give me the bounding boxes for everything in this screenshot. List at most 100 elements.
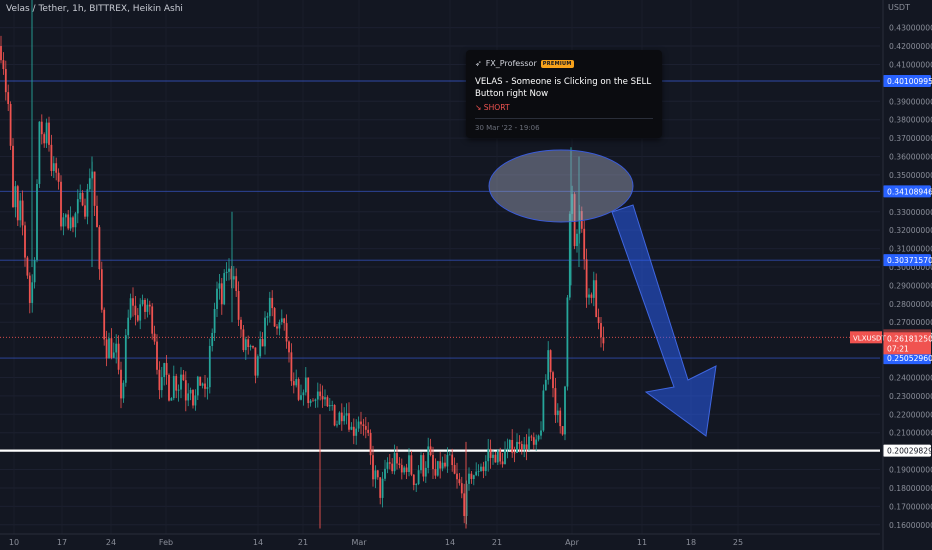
candle bbox=[436, 460, 439, 477]
candle bbox=[86, 183, 89, 225]
candle-body bbox=[535, 439, 538, 445]
candle-body bbox=[146, 304, 149, 312]
candle bbox=[148, 300, 151, 315]
candle-body bbox=[280, 318, 283, 323]
candle bbox=[506, 438, 509, 459]
candle bbox=[105, 330, 108, 367]
candle-body bbox=[55, 163, 58, 173]
candle-body bbox=[540, 430, 542, 436]
candle bbox=[4, 60, 7, 101]
candle bbox=[252, 345, 254, 349]
candle-body bbox=[321, 396, 324, 400]
candle-body bbox=[304, 377, 307, 393]
candle bbox=[146, 298, 149, 318]
x-tick-label: 14 bbox=[445, 538, 455, 547]
current-price-label: 0.26181250 bbox=[887, 334, 932, 343]
annotations bbox=[488, 149, 717, 437]
candle bbox=[43, 132, 46, 148]
candle-body bbox=[196, 376, 199, 396]
symbol-header[interactable]: Velas / Tether, 1h, BITTREX, Heikin Ashi bbox=[6, 4, 183, 14]
candle-body bbox=[436, 461, 439, 476]
candle-body bbox=[223, 273, 226, 305]
candle bbox=[307, 377, 310, 409]
idea-title[interactable]: VELAS - Someone is Clicking on the SELL … bbox=[475, 76, 659, 100]
candle-body bbox=[422, 455, 425, 477]
candle bbox=[384, 459, 386, 482]
candle bbox=[333, 404, 336, 427]
candle bbox=[316, 382, 319, 408]
candle bbox=[249, 344, 252, 351]
candle-body bbox=[240, 319, 242, 330]
candle bbox=[427, 437, 430, 474]
candle bbox=[600, 316, 602, 348]
candle-body bbox=[367, 429, 370, 433]
candle bbox=[422, 452, 425, 482]
candle-body bbox=[319, 391, 322, 397]
candle bbox=[55, 157, 58, 181]
candle-body bbox=[268, 297, 271, 317]
candle-body bbox=[177, 389, 180, 391]
candle bbox=[381, 471, 384, 508]
candle-body bbox=[487, 448, 490, 462]
candle-body bbox=[62, 217, 65, 227]
premium-badge: PREMIUM bbox=[540, 59, 574, 68]
candle bbox=[364, 417, 367, 439]
candle bbox=[340, 403, 343, 431]
candle-body bbox=[352, 426, 355, 436]
candle-body bbox=[264, 317, 266, 347]
candle bbox=[398, 457, 401, 469]
candle-body bbox=[525, 444, 528, 450]
author-name[interactable]: FX_Professor bbox=[486, 59, 537, 68]
idea-popup[interactable]: ➶ FX_Professor PREMIUM VELAS - Someone i… bbox=[466, 50, 662, 138]
candle-body bbox=[307, 377, 310, 404]
candle bbox=[163, 362, 166, 386]
price-axis[interactable]: 0.43000000 0.42000000 0.41000000 0.39000000… bbox=[850, 0, 932, 550]
candle bbox=[64, 213, 67, 227]
candle bbox=[172, 365, 175, 401]
candle-body bbox=[235, 276, 238, 292]
candle bbox=[324, 389, 326, 407]
candle bbox=[314, 398, 317, 408]
candle bbox=[350, 422, 353, 431]
candle-body bbox=[79, 192, 82, 200]
currency-label: USDT bbox=[888, 3, 910, 12]
x-tick-label: 21 bbox=[492, 538, 502, 547]
candle-body bbox=[228, 268, 230, 272]
candle bbox=[463, 483, 466, 524]
candle-body bbox=[21, 200, 24, 226]
candle-body bbox=[288, 341, 290, 353]
candle-body bbox=[33, 260, 36, 283]
time-axis[interactable]: 10 17 24 Feb 14 21 Mar 14 21 Apr 11 18 25 bbox=[0, 533, 880, 547]
rocket-icon: ➶ bbox=[475, 59, 482, 68]
author-row[interactable]: ➶ FX_Professor PREMIUM bbox=[475, 59, 574, 68]
candle-body bbox=[566, 297, 569, 387]
candle bbox=[204, 374, 206, 398]
candle-body bbox=[120, 369, 122, 399]
candle-body bbox=[400, 464, 403, 473]
candle-body bbox=[216, 288, 218, 310]
candle bbox=[134, 296, 137, 326]
candle bbox=[360, 411, 362, 434]
candle-body bbox=[144, 299, 146, 312]
candle-body bbox=[2, 60, 5, 70]
candle bbox=[117, 335, 120, 375]
level-label: 0.25052960 bbox=[887, 354, 932, 363]
candle bbox=[156, 334, 158, 375]
candle bbox=[244, 336, 247, 361]
x-tick-label: 24 bbox=[106, 538, 116, 547]
candle bbox=[199, 376, 202, 386]
candle-body bbox=[204, 383, 206, 389]
candle-body bbox=[172, 376, 175, 399]
y-tick-label: 0.16000000 bbox=[889, 521, 932, 530]
candle bbox=[595, 273, 598, 318]
candle bbox=[319, 383, 322, 401]
candle-body bbox=[192, 389, 194, 406]
candle-body bbox=[302, 392, 305, 396]
y-tick-label: 0.27000000 bbox=[889, 318, 932, 327]
candle bbox=[84, 198, 86, 220]
candle bbox=[372, 445, 374, 487]
candle bbox=[355, 419, 358, 445]
candle-body bbox=[446, 454, 449, 467]
candle-body bbox=[386, 462, 389, 469]
candle-body bbox=[398, 463, 401, 465]
